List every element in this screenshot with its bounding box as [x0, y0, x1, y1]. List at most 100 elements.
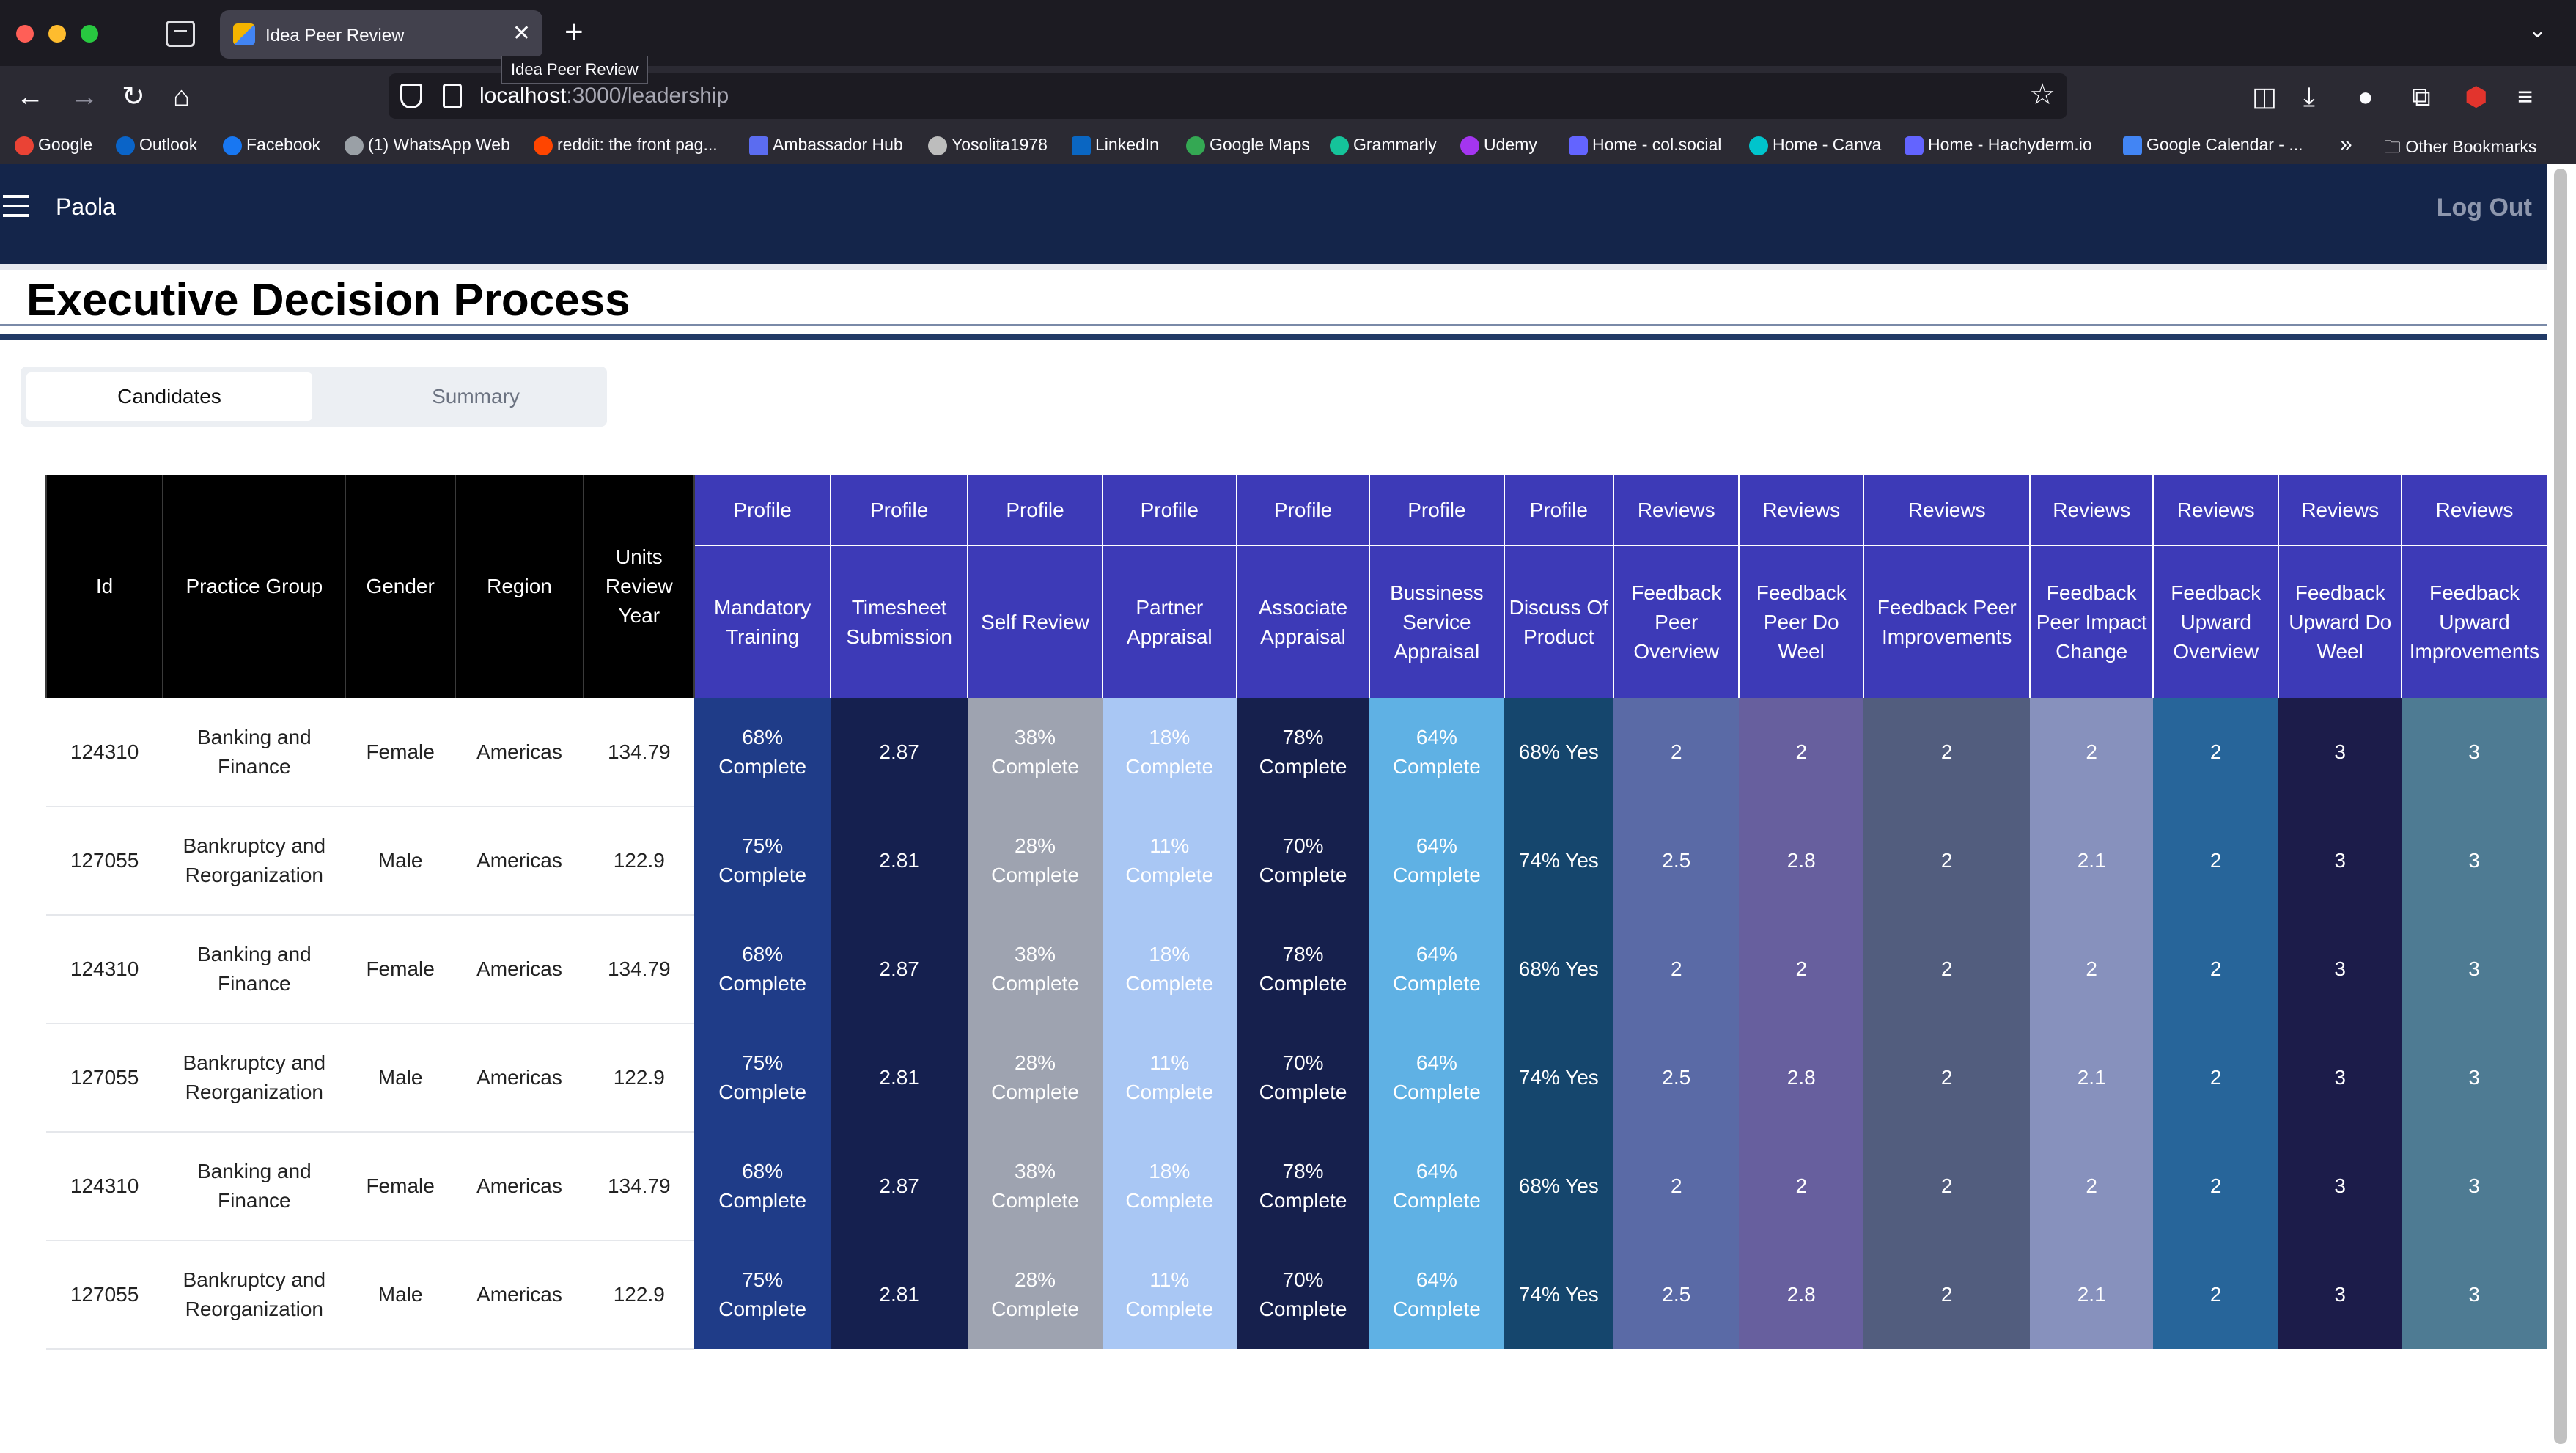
- bookmark-google-calendar[interactable]: Google Calendar - ...: [2123, 135, 2303, 155]
- cell-units-review-year: 134.79: [584, 698, 695, 807]
- col-header-metric[interactable]: Bussiness Service Appraisal: [1369, 545, 1504, 698]
- col-header-id[interactable]: Id: [45, 475, 164, 698]
- col-header-gender[interactable]: Gender: [345, 475, 456, 698]
- cell-practice-group: Banking and Finance: [163, 1132, 346, 1241]
- table-row[interactable]: 124310 Banking and Finance Female Americas 1…: [46, 1132, 2547, 1241]
- profile-icon[interactable]: ●: [2358, 79, 2374, 114]
- bookmark-ambassador-hub[interactable]: Ambassador Hub: [749, 135, 903, 155]
- bookmark-google-maps[interactable]: Google Maps: [1186, 135, 1310, 155]
- bookmark-udemy[interactable]: Udemy: [1460, 135, 1537, 155]
- tab-candidates[interactable]: Candidates: [26, 372, 312, 421]
- other-bookmarks[interactable]: 🗀 Other Bookmarks: [2384, 135, 2536, 163]
- col-header-metric[interactable]: Feedback Peer Impact Change: [2029, 545, 2153, 698]
- ublock-icon[interactable]: ⬢: [2465, 79, 2487, 114]
- back-icon[interactable]: ←: [16, 79, 44, 114]
- window-minimize-button[interactable]: [48, 25, 66, 43]
- cell-gender: Male: [345, 1240, 455, 1350]
- bookmarks-overflow-icon[interactable]: »: [2340, 132, 2352, 157]
- col-header-metric[interactable]: Mandatory Training: [693, 545, 831, 698]
- bookmark-linkedin[interactable]: LinkedIn: [1072, 135, 1159, 155]
- table-row[interactable]: 127055 Bankruptcy and Reorganization Male A…: [46, 1023, 2547, 1133]
- table-row[interactable]: 127055 Bankruptcy and Reorganization Male A…: [46, 806, 2547, 916]
- cell-gender: Female: [345, 1132, 455, 1241]
- cell-metric: 64% Complete: [1369, 1240, 1504, 1349]
- col-header-metric[interactable]: Feedback Upward Overview: [2152, 545, 2279, 698]
- bookmark-label: reddit: the front pag...: [557, 135, 718, 154]
- col-header-metric[interactable]: Feedback Peer Do Weel: [1738, 545, 1863, 698]
- cell-metric: 75% Complete: [694, 806, 831, 915]
- bookmark-label: Google Maps: [1210, 135, 1310, 154]
- tab-close-icon[interactable]: ✕: [512, 21, 531, 47]
- cell-metric: 3: [2401, 806, 2547, 915]
- forward-icon[interactable]: →: [70, 79, 98, 114]
- menu-icon[interactable]: ≡: [2517, 79, 2533, 114]
- col-header-units-review-year[interactable]: Units Review Year: [583, 475, 696, 698]
- col-header-metric[interactable]: Timesheet Submission: [829, 545, 968, 698]
- col-header-metric[interactable]: Associate Appraisal: [1235, 545, 1370, 698]
- cell-metric: 64% Complete: [1369, 698, 1504, 806]
- table-row[interactable]: 124310 Banking and Finance Female Americas 1…: [46, 698, 2547, 807]
- home-icon[interactable]: ⌂: [173, 79, 190, 114]
- cell-metric: 74% Yes: [1504, 1023, 1613, 1132]
- window-maximize-button[interactable]: [81, 25, 98, 43]
- cell-metric: 11% Complete: [1102, 806, 1237, 915]
- bookmark-hachyderm[interactable]: Home - Hachyderm.io: [1905, 135, 2092, 155]
- bookmark-label: Other Bookmarks: [2405, 137, 2537, 156]
- bookmark-outlook[interactable]: Outlook: [116, 135, 197, 155]
- cell-metric: 74% Yes: [1504, 806, 1613, 915]
- table-row[interactable]: 124310 Banking and Finance Female Americas 1…: [46, 915, 2547, 1024]
- url-text[interactable]: localhost:3000/leadership: [479, 84, 729, 108]
- table-row[interactable]: 127055 Bankruptcy and Reorganization Male A…: [46, 1240, 2547, 1350]
- cell-metric: 70% Complete: [1236, 1023, 1370, 1132]
- page-scrollbar[interactable]: [2547, 164, 2576, 1453]
- pocket-icon[interactable]: ◫: [2252, 79, 2277, 114]
- bookmark-col-social[interactable]: Home - col.social: [1569, 135, 1721, 155]
- cell-units-review-year: 134.79: [584, 915, 695, 1024]
- bookmark-canva[interactable]: Home - Canva: [1749, 135, 1881, 155]
- group-header-reviews: Reviews: [1862, 475, 2031, 546]
- cell-metric: 70% Complete: [1236, 806, 1370, 915]
- bookmark-facebook[interactable]: Facebook: [223, 135, 320, 155]
- tab-summary[interactable]: Summary: [333, 372, 619, 421]
- col-header-metric[interactable]: Feedback Upward Improvements: [2400, 545, 2547, 698]
- bookmark-google[interactable]: Google: [15, 135, 92, 155]
- cell-metric: 2: [2152, 806, 2279, 915]
- logout-button[interactable]: Log Out: [2437, 194, 2532, 222]
- user-name: Paola: [56, 194, 116, 220]
- cell-metric: 2: [2030, 915, 2153, 1023]
- reload-icon[interactable]: ↻: [122, 79, 145, 114]
- col-header-region[interactable]: Region: [454, 475, 585, 698]
- new-tab-button[interactable]: +: [564, 16, 584, 48]
- download-icon[interactable]: ⤓: [2303, 79, 2315, 114]
- col-header-metric[interactable]: Partner Appraisal: [1101, 545, 1237, 698]
- col-header-metric[interactable]: Feedback Upward Do Weel: [2278, 545, 2402, 698]
- cell-metric: 2.5: [1613, 1240, 1740, 1349]
- hamburger-menu-icon[interactable]: [3, 195, 29, 217]
- extensions-icon[interactable]: ⧉: [2412, 79, 2431, 114]
- col-header-practice-group[interactable]: Practice Group: [162, 475, 347, 698]
- bookmark-star-icon[interactable]: ☆: [2029, 78, 2056, 111]
- mastodon-icon: [1905, 136, 1924, 155]
- bookmark-github[interactable]: Yosolita1978: [928, 135, 1048, 155]
- cell-metric: 3: [2278, 1132, 2402, 1240]
- cell-metric: 68% Complete: [694, 698, 831, 806]
- cell-metric: 2.87: [830, 1132, 968, 1240]
- calendar-icon: [2123, 136, 2142, 155]
- scrollbar-thumb[interactable]: [2554, 169, 2567, 1444]
- bookmark-grammarly[interactable]: Grammarly: [1330, 135, 1437, 155]
- tracking-shield-icon[interactable]: [400, 84, 422, 108]
- window-close-button[interactable]: [16, 25, 34, 43]
- bookmark-whatsapp[interactable]: (1) WhatsApp Web: [345, 135, 510, 155]
- page-info-icon[interactable]: [443, 84, 462, 108]
- cell-metric: 64% Complete: [1369, 915, 1504, 1023]
- tab-list-icon[interactable]: [166, 21, 195, 47]
- bookmark-reddit[interactable]: reddit: the front pag...: [534, 135, 718, 155]
- col-header-metric[interactable]: Discuss Of Product: [1503, 545, 1613, 698]
- list-all-tabs-icon[interactable]: ⌄: [2528, 18, 2547, 43]
- col-header-metric[interactable]: Self Review: [967, 545, 1103, 698]
- github-icon: [928, 136, 947, 155]
- browser-tab-active[interactable]: Idea Peer Review ✕: [220, 10, 542, 59]
- col-header-metric[interactable]: Feedback Peer Overview: [1612, 545, 1740, 698]
- cell-metric: 2.5: [1613, 806, 1740, 915]
- col-header-metric[interactable]: Feedback Peer Improvements: [1862, 545, 2031, 698]
